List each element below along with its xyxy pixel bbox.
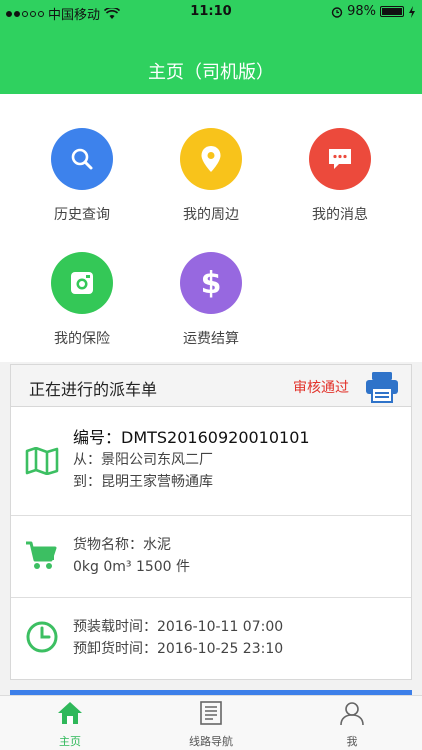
status-bar: 中国移动 11:10 98% bbox=[0, 0, 422, 24]
unload-time: 预卸货时间：2016-10-25 23:10 bbox=[73, 641, 284, 657]
menu-circle bbox=[51, 252, 113, 314]
message-icon bbox=[329, 149, 351, 169]
time-text: 预装载时间：2016-10-11 07:00 预卸货时间：2016-10-25 … bbox=[73, 616, 283, 660]
status-right: 98% bbox=[331, 4, 416, 19]
menu-label: 运费结算 bbox=[183, 331, 239, 347]
route-section: 编号：DMTS20160920010101 从：景阳公司东风二厂 到：昆明王家营… bbox=[11, 407, 411, 516]
dispatch-order-card[interactable]: 正在进行的派车单 审核通过 编号：DMTS20160920010101 从：景阳… bbox=[10, 364, 412, 680]
search-icon bbox=[71, 148, 93, 170]
menu-label: 历史查询 bbox=[54, 207, 110, 223]
goods-section: 货物名称：水泥 0kg 0m³ 1500 件 bbox=[11, 516, 411, 598]
printer-icon[interactable] bbox=[365, 371, 399, 403]
menu-grid: 历史查询 我的周边 我的消息 我的保险 $ 运费结算 bbox=[0, 94, 422, 362]
tab-label: 我 bbox=[346, 735, 358, 748]
order-number: 编号：DMTS20160920010101 bbox=[73, 428, 310, 447]
tab-home[interactable]: 主页 bbox=[0, 700, 140, 749]
card-header: 正在进行的派车单 审核通过 bbox=[11, 365, 411, 407]
cart-icon bbox=[26, 541, 57, 569]
menu-history-query[interactable]: 历史查询 bbox=[22, 128, 142, 224]
document-icon bbox=[200, 701, 222, 725]
battery-icon bbox=[380, 6, 404, 17]
menu-label: 我的周边 bbox=[183, 207, 239, 223]
menu-circle bbox=[180, 128, 242, 190]
goods-name: 货物名称：水泥 bbox=[73, 537, 171, 553]
tab-label: 主页 bbox=[59, 735, 81, 748]
dollar-icon: $ bbox=[200, 265, 222, 301]
route-to: 到：昆明王家营畅通库 bbox=[73, 474, 213, 490]
approval-status: 审核通过 bbox=[293, 380, 349, 396]
load-time: 预装载时间：2016-10-11 07:00 bbox=[73, 619, 284, 635]
menu-insurance[interactable]: 我的保险 bbox=[22, 252, 142, 348]
location-pin-icon bbox=[201, 146, 221, 172]
menu-nearby[interactable]: 我的周边 bbox=[151, 128, 271, 224]
route-from: 从：景阳公司东风二厂 bbox=[73, 452, 213, 468]
time-section: 预装载时间：2016-10-11 07:00 预卸货时间：2016-10-25 … bbox=[11, 598, 411, 679]
menu-circle bbox=[51, 128, 113, 190]
nav-bar: 主页（司机版） bbox=[0, 24, 422, 94]
camera-icon bbox=[71, 272, 93, 294]
tab-route-navigation[interactable]: 线路导航 bbox=[141, 700, 281, 749]
card-title: 正在进行的派车单 bbox=[29, 380, 158, 399]
clock-icon bbox=[26, 621, 58, 653]
menu-label: 我的保险 bbox=[54, 331, 110, 347]
user-icon bbox=[340, 702, 364, 726]
menu-messages[interactable]: 我的消息 bbox=[280, 128, 400, 224]
map-icon bbox=[25, 447, 59, 475]
battery-percent: 98% bbox=[347, 4, 376, 19]
alarm-icon bbox=[331, 6, 343, 18]
menu-label: 我的消息 bbox=[312, 207, 368, 223]
menu-circle bbox=[309, 128, 371, 190]
goods-text: 货物名称：水泥 0kg 0m³ 1500 件 bbox=[73, 534, 190, 578]
home-icon bbox=[58, 702, 82, 724]
goods-spec: 0kg 0m³ 1500 件 bbox=[73, 559, 191, 575]
route-text: 编号：DMTS20160920010101 从：景阳公司东风二厂 到：昆明王家营… bbox=[73, 427, 310, 493]
tab-label: 线路导航 bbox=[189, 735, 233, 748]
tab-me[interactable]: 我 bbox=[282, 700, 422, 749]
page-title: 主页（司机版） bbox=[148, 62, 274, 83]
charging-icon bbox=[409, 5, 415, 18]
tab-bar: 主页 线路导航 我 bbox=[0, 695, 422, 750]
menu-circle: $ bbox=[180, 252, 242, 314]
menu-freight-settlement[interactable]: $ 运费结算 bbox=[151, 252, 271, 348]
